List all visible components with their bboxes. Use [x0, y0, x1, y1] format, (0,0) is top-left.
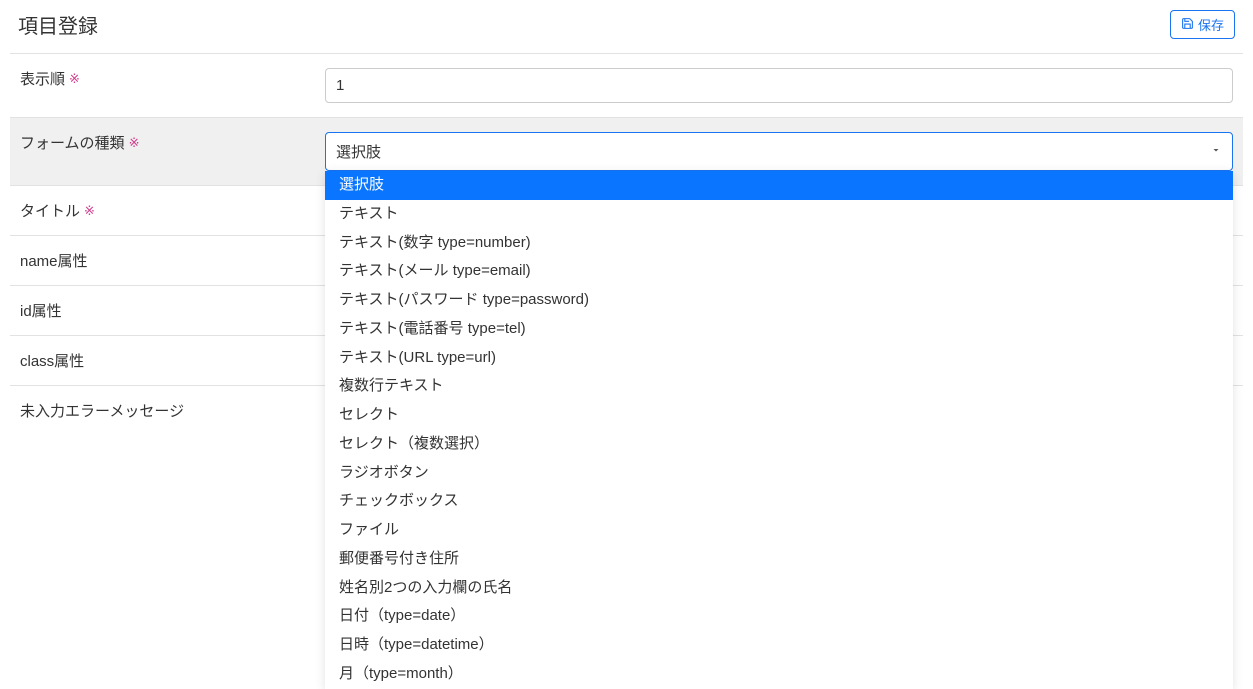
label-class-attr: class属性: [10, 350, 325, 371]
label-blank-error-text: 未入力エラーメッセージ: [20, 400, 184, 421]
label-form-type-text: フォームの種類: [20, 132, 125, 153]
required-marker: ※: [129, 135, 140, 151]
label-name-attr: name属性: [10, 250, 325, 271]
form-type-option[interactable]: ラジオボタン: [325, 459, 1233, 488]
form-type-selected-value: 選択肢: [336, 141, 381, 162]
required-marker: ※: [69, 71, 80, 87]
page-title: 項目登録: [18, 10, 98, 39]
form-type-option[interactable]: 郵便番号付き住所: [325, 545, 1233, 574]
page-header: 項目登録 保存: [10, 0, 1243, 54]
required-marker: ※: [84, 203, 95, 219]
label-title: タイトル ※: [10, 200, 325, 221]
form-type-option[interactable]: セレクト: [325, 401, 1233, 430]
label-order-text: 表示順: [20, 68, 65, 89]
form-type-option[interactable]: 選択肢: [325, 171, 1233, 200]
label-id-attr: id属性: [10, 300, 325, 321]
form-type-option[interactable]: テキスト(パスワード type=password): [325, 286, 1233, 315]
row-form-type: フォームの種類 ※ 選択肢 選択肢テキストテキスト(数字 type=number…: [10, 118, 1243, 186]
form-type-option[interactable]: テキスト(URL type=url): [325, 344, 1233, 373]
form-type-option[interactable]: チェックボックス: [325, 487, 1233, 516]
form-type-option[interactable]: 日時（type=datetime）: [325, 631, 1233, 660]
save-icon: [1181, 17, 1194, 33]
form-type-option[interactable]: セレクト（複数選択）: [325, 430, 1233, 459]
form-type-option[interactable]: テキスト(メール type=email): [325, 257, 1233, 286]
form-type-option[interactable]: 日付（type=date）: [325, 602, 1233, 631]
row-order: 表示順 ※: [10, 54, 1243, 118]
form-type-option[interactable]: 複数行テキスト: [325, 372, 1233, 401]
label-class-attr-text: class属性: [20, 350, 84, 371]
form-type-option[interactable]: 月（type=month）: [325, 660, 1233, 689]
label-name-attr-text: name属性: [20, 250, 88, 271]
form-type-dropdown: 選択肢テキストテキスト(数字 type=number)テキスト(メール type…: [325, 171, 1233, 689]
chevron-down-icon: [1210, 143, 1222, 160]
form-type-select[interactable]: 選択肢: [325, 132, 1233, 171]
form-type-option[interactable]: テキスト: [325, 200, 1233, 229]
form-type-option[interactable]: テキスト(電話番号 type=tel): [325, 315, 1233, 344]
form-type-option[interactable]: 姓名別2つの入力欄の氏名: [325, 574, 1233, 603]
save-button-label: 保存: [1198, 15, 1224, 34]
label-id-attr-text: id属性: [20, 300, 62, 321]
label-form-type: フォームの種類 ※: [10, 132, 325, 153]
save-button[interactable]: 保存: [1170, 10, 1235, 39]
label-blank-error: 未入力エラーメッセージ: [10, 400, 325, 421]
order-input[interactable]: [325, 68, 1233, 103]
label-title-text: タイトル: [20, 200, 80, 221]
form-type-option[interactable]: テキスト(数字 type=number): [325, 229, 1233, 258]
form-type-option[interactable]: ファイル: [325, 516, 1233, 545]
label-order: 表示順 ※: [10, 68, 325, 89]
